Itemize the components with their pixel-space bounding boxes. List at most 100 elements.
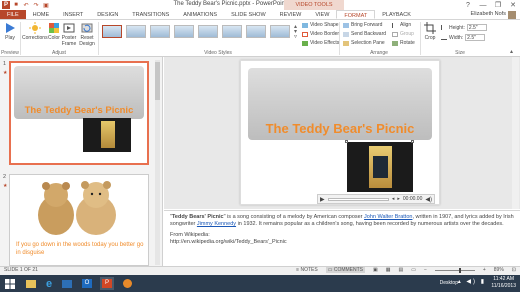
slide-sorter-icon[interactable]: ▦ bbox=[386, 267, 391, 273]
slide-number: 2 bbox=[3, 174, 7, 180]
video-border-icon bbox=[302, 31, 308, 37]
speaker-notes[interactable]: "Teddy Bears' Picnic" is a song consisti… bbox=[164, 210, 520, 266]
collapse-ribbon-icon[interactable]: ▴ bbox=[510, 48, 513, 55]
zoom-slider-thumb[interactable] bbox=[458, 267, 461, 273]
tab-format[interactable]: FORMAT bbox=[336, 10, 376, 19]
slide-caption: If you go down in the woods today you be… bbox=[16, 242, 144, 256]
video-style-thumbnail[interactable] bbox=[174, 25, 194, 38]
close-button[interactable]: ✕ bbox=[508, 1, 518, 9]
rewind-icon[interactable]: ◂ bbox=[392, 196, 395, 202]
fit-to-window-icon[interactable]: ⊡ bbox=[512, 267, 516, 273]
zoom-in-icon[interactable]: + bbox=[483, 267, 486, 273]
redo-icon[interactable]: ↷ bbox=[32, 1, 40, 9]
selection-pane-button[interactable]: Selection Pane bbox=[343, 40, 385, 46]
video-style-thumbnail[interactable] bbox=[270, 25, 290, 38]
quick-access-toolbar: P ■ ↶ ↷ ▣ bbox=[0, 0, 50, 10]
reading-view-icon[interactable]: ▤ bbox=[398, 267, 403, 273]
composer-link[interactable]: John Walter Bratton bbox=[364, 214, 412, 220]
color-button[interactable]: Color bbox=[48, 22, 60, 41]
slideshow-icon[interactable]: ▭ bbox=[411, 267, 416, 273]
zoom-slider[interactable] bbox=[434, 267, 475, 273]
height-input[interactable]: 2.5" bbox=[466, 24, 487, 31]
video-style-thumbnail[interactable] bbox=[198, 25, 218, 38]
main-slide[interactable]: The Teddy Bear's Picnic ▶ ◂ ▸ 00:00.00 ◀… bbox=[240, 60, 440, 205]
lyricist-link[interactable]: Jimmy Kennedy bbox=[197, 221, 236, 227]
video-style-thumbnail[interactable] bbox=[246, 25, 266, 38]
color-icon bbox=[49, 23, 59, 33]
avatar[interactable] bbox=[508, 11, 516, 19]
tab-review[interactable]: REVIEW bbox=[273, 10, 309, 19]
zoom-out-icon[interactable]: − bbox=[424, 267, 427, 273]
group-button[interactable]: Group bbox=[392, 31, 414, 37]
tab-transitions[interactable]: TRANSITIONS bbox=[125, 10, 176, 19]
forward-icon[interactable]: ▸ bbox=[397, 196, 400, 202]
video-style-thumbnail[interactable] bbox=[102, 25, 122, 38]
video-shape-button[interactable]: Video Shape bbox=[302, 22, 339, 28]
corrections-label: Corrections bbox=[22, 35, 48, 41]
video-style-thumbnail[interactable] bbox=[150, 25, 170, 38]
outlook-icon[interactable]: O bbox=[80, 277, 94, 290]
file-explorer-icon[interactable] bbox=[24, 277, 38, 290]
powerpoint-taskbar-icon[interactable]: P bbox=[100, 277, 114, 290]
zoom-level[interactable]: 89% bbox=[494, 267, 504, 273]
media-player-icon[interactable] bbox=[120, 277, 134, 290]
crop-label: Crop bbox=[424, 35, 436, 41]
reset-design-icon bbox=[81, 23, 93, 33]
video-effects-icon bbox=[302, 40, 308, 46]
tab-home[interactable]: HOME bbox=[26, 10, 57, 19]
video-frame[interactable] bbox=[347, 142, 413, 192]
minimize-button[interactable]: — bbox=[478, 2, 488, 9]
tab-playback[interactable]: PLAYBACK bbox=[375, 10, 418, 19]
slide-thumbnail-1[interactable]: The Teddy Bear's Picnic bbox=[9, 61, 149, 165]
restore-button[interactable]: ❐ bbox=[493, 1, 503, 9]
desktop-label[interactable]: Desktop bbox=[440, 280, 458, 286]
tray-icons[interactable]: ▴ ◀) ▮ bbox=[458, 278, 486, 285]
normal-view-icon[interactable]: ▣ bbox=[373, 267, 378, 273]
main-scrollbar[interactable] bbox=[512, 57, 519, 209]
send-backward-button[interactable]: Send Backward bbox=[343, 31, 386, 37]
tab-design[interactable]: DESIGN bbox=[90, 10, 125, 19]
corrections-button[interactable]: Corrections bbox=[22, 22, 48, 41]
video-effects-button[interactable]: Video Effects bbox=[302, 40, 339, 46]
user-name[interactable]: Elizabeth Nofs bbox=[471, 11, 506, 17]
comments-toggle[interactable]: ▭ COMMENTS bbox=[325, 267, 365, 273]
slide-thumbnail-2[interactable]: If you go down in the woods today you be… bbox=[9, 174, 149, 266]
video-style-thumbnail[interactable] bbox=[126, 25, 146, 38]
video-thumbnail bbox=[83, 118, 131, 152]
play-button[interactable]: Play bbox=[4, 22, 16, 41]
panel-scrollbar-thumb[interactable] bbox=[155, 62, 160, 100]
reset-design-button[interactable]: Reset Design bbox=[79, 22, 95, 47]
rotate-icon bbox=[392, 40, 398, 46]
notes-toggle[interactable]: ≡ NOTES bbox=[296, 267, 318, 273]
width-input[interactable]: 2.5" bbox=[465, 34, 486, 41]
notes-paragraph: "Teddy Bears' Picnic" is a song consisti… bbox=[170, 214, 514, 227]
tab-file[interactable]: FILE bbox=[0, 10, 26, 19]
powerpoint-logo-icon[interactable]: P bbox=[2, 1, 10, 9]
seek-bar[interactable] bbox=[327, 197, 389, 201]
windows-start-icon[interactable] bbox=[3, 277, 17, 290]
play-icon[interactable]: ▶ bbox=[320, 196, 325, 203]
main-slide-title[interactable]: The Teddy Bear's Picnic bbox=[241, 121, 439, 136]
tab-animations[interactable]: ANIMATIONS bbox=[176, 10, 224, 19]
rotate-button[interactable]: Rotate bbox=[392, 40, 415, 46]
volume-icon[interactable]: ◀) bbox=[425, 196, 432, 203]
video-border-button[interactable]: Video Border bbox=[302, 31, 339, 37]
poster-frame-button[interactable]: Poster Frame bbox=[62, 22, 76, 47]
save-icon[interactable]: ■ bbox=[12, 1, 20, 9]
tab-view[interactable]: VIEW bbox=[308, 10, 336, 19]
crop-button[interactable]: Crop bbox=[424, 22, 436, 41]
video-style-thumbnail[interactable] bbox=[222, 25, 242, 38]
resize-handle[interactable] bbox=[345, 140, 348, 143]
bring-forward-button[interactable]: Bring Forward bbox=[343, 22, 382, 28]
start-from-beginning-icon[interactable]: ▣ bbox=[42, 1, 50, 9]
tab-slide-show[interactable]: SLIDE SHOW bbox=[224, 10, 273, 19]
tab-insert[interactable]: INSERT bbox=[56, 10, 90, 19]
help-button[interactable]: ? bbox=[463, 2, 473, 9]
taskbar-clock[interactable]: 11:42 AM 11/16/2013 bbox=[491, 276, 516, 290]
internet-explorer-icon[interactable]: e bbox=[42, 277, 56, 290]
app-icon[interactable] bbox=[60, 277, 74, 290]
resize-handle[interactable] bbox=[411, 140, 414, 143]
align-button[interactable]: Align bbox=[392, 22, 411, 28]
undo-icon[interactable]: ↶ bbox=[22, 1, 30, 9]
gallery-scroll-icon[interactable]: ▴ ▾ ▿ bbox=[294, 24, 297, 40]
